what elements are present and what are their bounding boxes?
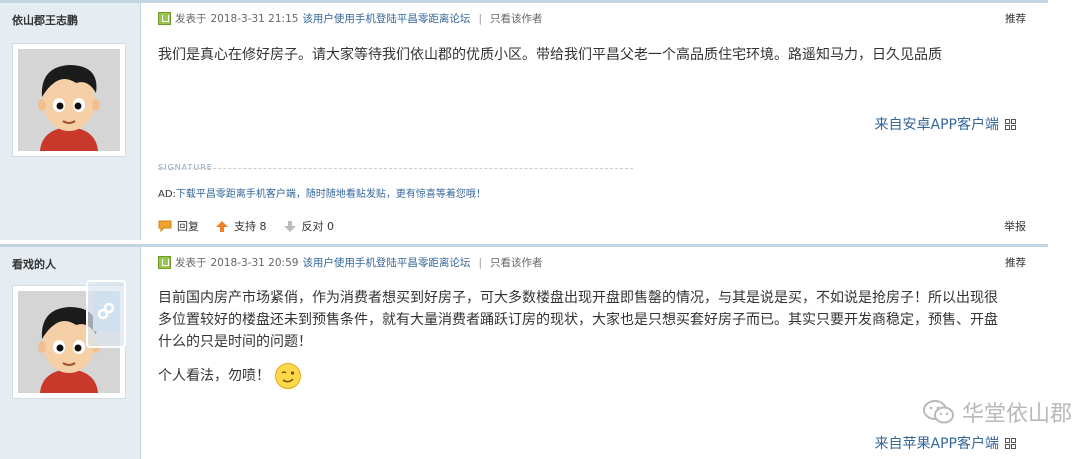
- signature-divider: [158, 168, 633, 169]
- online-status-icon: [158, 256, 171, 269]
- avatar[interactable]: [12, 43, 126, 157]
- online-status-icon: [158, 12, 171, 25]
- meta-separator: |: [478, 256, 482, 269]
- author-sidebar: 依山郡王志鹏: [0, 0, 141, 240]
- post-body-2-text: 个人看法，勿喷！: [158, 368, 270, 384]
- recommend-link[interactable]: 推荐: [1005, 11, 1026, 26]
- arrow-down-icon: [283, 220, 296, 232]
- mobile-login-link[interactable]: 该用户使用手机登陆平昌零距离论坛: [302, 11, 470, 26]
- post-actions: 回复 支持 8 反对 0: [158, 218, 344, 234]
- post-2: 看戏的人 发表于 2018-3-31 20:59 该用户使用手机登陆平昌零距离论…: [0, 244, 1048, 459]
- reply-button[interactable]: 回复: [158, 218, 199, 234]
- reply-icon: [158, 220, 172, 232]
- qr-code-icon: [1005, 118, 1016, 130]
- support-label: 支持 8: [234, 220, 267, 233]
- qr-code-icon: [1005, 437, 1016, 449]
- divider: [140, 0, 1048, 3]
- post-body: 目前国内房产市场紧俏，作为消费者想买到好房子，可大多数楼盘出现开盘即售罄的情况，…: [158, 290, 998, 350]
- post-body: 我们是真心在修好房子。请大家等待我们依山郡的优质小区。带给我们平昌父老一个高品质…: [158, 47, 942, 63]
- from-app-label: 来自安卓APP客户端: [874, 117, 999, 133]
- author-only-link[interactable]: 只看该作者: [490, 11, 543, 26]
- post-body-2: 个人看法，勿喷！: [158, 362, 1008, 390]
- meta-separator: |: [478, 12, 482, 25]
- ad-line: AD:下载平昌零距离手机客户端，随时随地看贴发贴，更有惊喜等着您哦！: [158, 185, 486, 200]
- divider: [0, 244, 140, 247]
- from-app-link[interactable]: 来自安卓APP客户端: [875, 114, 1016, 134]
- post-meta: 发表于 2018-3-31 20:59 该用户使用手机登陆平昌零距离论坛 | 只…: [158, 255, 542, 270]
- post-content: 发表于 2018-3-31 20:59 该用户使用手机登陆平昌零距离论坛 | 只…: [140, 244, 1048, 459]
- wink-emoji-icon: [275, 363, 301, 389]
- avatar-image: [18, 49, 120, 151]
- posted-prefix: 发表于: [175, 13, 207, 25]
- mobile-device-icon: [86, 280, 126, 348]
- author-only-link[interactable]: 只看该作者: [490, 255, 543, 270]
- oppose-label: 反对 0: [301, 220, 335, 233]
- ad-link[interactable]: 下载平昌零距离手机客户端，随时随地看贴发贴，更有惊喜等着您哦！: [176, 189, 486, 200]
- post-1: 依山郡王志鹏 发表于 2018-3-31 21:15 该用户使用手机登陆平昌零距…: [0, 0, 1048, 240]
- reply-label: 回复: [177, 220, 199, 233]
- oppose-button[interactable]: 反对 0: [283, 218, 335, 234]
- post-content: 发表于 2018-3-31 21:15 该用户使用手机登陆平昌零距离论坛 | 只…: [140, 0, 1048, 240]
- support-button[interactable]: 支持 8: [215, 218, 267, 234]
- from-app-link[interactable]: 来自苹果APP客户端: [875, 433, 1016, 453]
- post-meta: 发表于 2018-3-31 21:15 该用户使用手机登陆平昌零距离论坛 | 只…: [158, 11, 542, 26]
- report-link[interactable]: 举报: [1004, 218, 1026, 234]
- arrow-up-icon: [216, 220, 228, 232]
- ad-prefix: AD:: [158, 189, 176, 200]
- watermark-text: 华堂依山郡: [961, 402, 1072, 427]
- divider: [0, 0, 140, 3]
- from-app-label: 来自苹果APP客户端: [874, 436, 999, 452]
- wechat-icon: [922, 400, 954, 424]
- divider: [140, 244, 1048, 247]
- author-name[interactable]: 依山郡王志鹏: [12, 12, 78, 28]
- post-date: 2018-3-31 21:15: [210, 12, 299, 25]
- author-name[interactable]: 看戏的人: [12, 256, 56, 272]
- post-date: 2018-3-31 20:59: [210, 256, 299, 269]
- mobile-login-link[interactable]: 该用户使用手机登陆平昌零距离论坛: [302, 255, 470, 270]
- author-sidebar: 看戏的人: [0, 244, 141, 459]
- posted-prefix: 发表于: [175, 257, 207, 269]
- wechat-watermark: 华堂依山郡: [922, 396, 1072, 428]
- recommend-link[interactable]: 推荐: [1005, 255, 1026, 270]
